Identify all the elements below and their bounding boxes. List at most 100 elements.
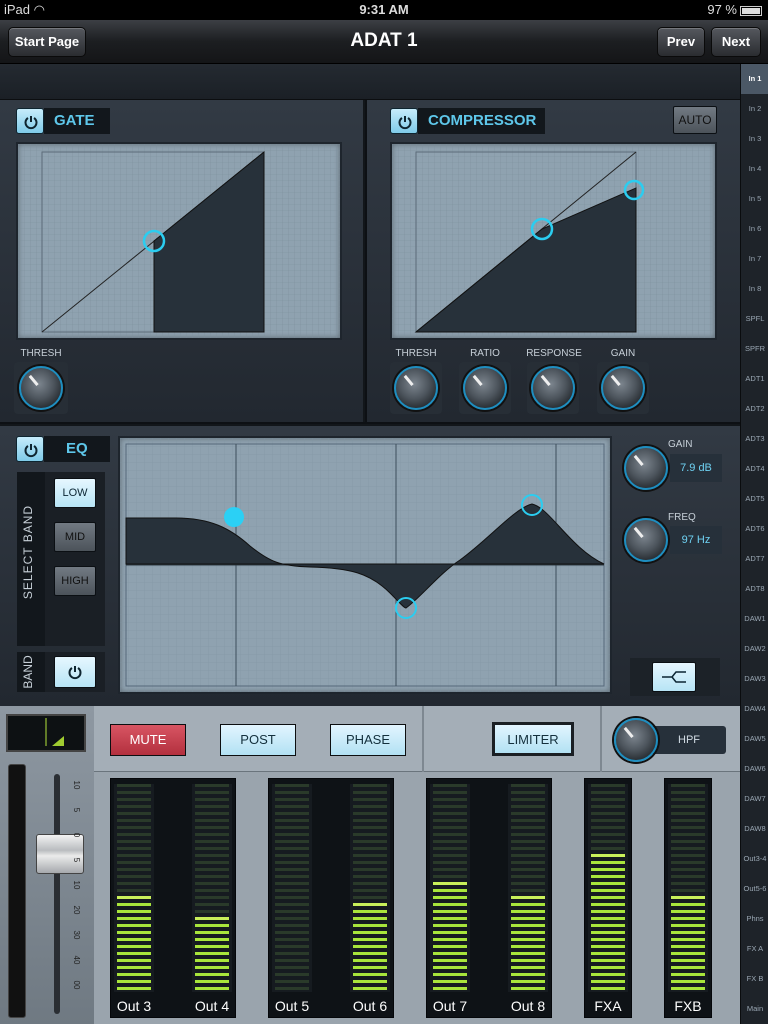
channel-item[interactable]: ADT1: [741, 364, 768, 394]
auto-button[interactable]: AUTO: [673, 106, 717, 134]
comp-response-knob[interactable]: [531, 366, 575, 410]
meter-segment: [591, 903, 625, 906]
meter-segment: [591, 847, 625, 850]
meter-segment: [353, 973, 387, 976]
meter-segment: [275, 931, 309, 934]
comp-thresh-knob[interactable]: [394, 366, 438, 410]
channel-item[interactable]: SPFR: [741, 334, 768, 364]
comp-gain-knob[interactable]: [601, 366, 645, 410]
channel-item[interactable]: DAW5: [741, 724, 768, 754]
band-power-button[interactable]: [54, 656, 96, 688]
channel-item[interactable]: ADT7: [741, 544, 768, 574]
eq-graph[interactable]: [118, 436, 612, 694]
channel-item[interactable]: ADT2: [741, 394, 768, 424]
channel-item[interactable]: DAW8: [741, 814, 768, 844]
meter-segment: [433, 938, 467, 941]
meter-segment: [591, 798, 625, 801]
meter-segment: [591, 987, 625, 990]
channel-item[interactable]: ADT4: [741, 454, 768, 484]
meter-segment: [275, 868, 309, 871]
channel-item[interactable]: DAW7: [741, 784, 768, 814]
meter-segment: [511, 833, 545, 836]
channel-item[interactable]: Out5-6: [741, 874, 768, 904]
limiter-button[interactable]: LIMITER: [492, 722, 574, 756]
meter-segment: [433, 847, 467, 850]
eq-freq-knob[interactable]: [624, 518, 668, 562]
band-low-button[interactable]: LOW: [54, 478, 96, 508]
hpf-knob[interactable]: [614, 718, 658, 762]
compressor-power-button[interactable]: [390, 108, 418, 134]
channel-item[interactable]: In 3: [741, 124, 768, 154]
eq-power-button[interactable]: [16, 436, 44, 462]
comp-ratio-label: RATIO: [470, 348, 500, 359]
post-button[interactable]: POST: [220, 724, 296, 756]
channel-item[interactable]: In 5: [741, 184, 768, 214]
meter-segment: [117, 952, 151, 955]
fader-scale-tick: 10: [72, 880, 81, 890]
meter-label: Out 5: [274, 998, 310, 1014]
meter-segment: [591, 861, 625, 864]
meter-segment: [671, 812, 705, 815]
channel-item[interactable]: DAW6: [741, 754, 768, 784]
meter-segment: [511, 812, 545, 815]
eq-gain-knob[interactable]: [624, 446, 668, 490]
gate-thresh-knob[interactable]: [19, 366, 63, 410]
channel-item[interactable]: In 2: [741, 94, 768, 124]
meter-segment: [591, 805, 625, 808]
channel-item[interactable]: SPFL: [741, 304, 768, 334]
channel-item[interactable]: ADT5: [741, 484, 768, 514]
meter-segment: [275, 987, 309, 990]
comp-ratio-knob[interactable]: [463, 366, 507, 410]
channel-item[interactable]: ADT6: [741, 514, 768, 544]
channel-item[interactable]: In 6: [741, 214, 768, 244]
channel-item[interactable]: DAW1: [741, 604, 768, 634]
channel-list: In 1 In 2 In 3 In 4 In 5 In 6 In 7 In 8 SPFL SPFR…: [740, 64, 768, 1024]
next-button[interactable]: Next: [711, 27, 761, 57]
channel-item[interactable]: Out3-4: [741, 844, 768, 874]
channel-item[interactable]: Phns: [741, 904, 768, 934]
meter-segment: [671, 868, 705, 871]
meter-segment: [433, 784, 467, 787]
meter-segment: [591, 812, 625, 815]
mute-button[interactable]: MUTE: [110, 724, 186, 756]
meter-segment: [591, 980, 625, 983]
meter-segment: [433, 896, 467, 899]
meter-label: Out 4: [194, 998, 230, 1014]
band-high-button[interactable]: HIGH: [54, 566, 96, 596]
meter-segment: [117, 945, 151, 948]
channel-item[interactable]: In 4: [741, 154, 768, 184]
channel-item[interactable]: In 1: [741, 64, 768, 94]
meter-segment: [275, 959, 309, 962]
channel-item[interactable]: FX B: [741, 964, 768, 994]
channel-item[interactable]: DAW4: [741, 694, 768, 724]
meter-segment: [353, 896, 387, 899]
fader-scale-tick: 20: [72, 905, 81, 915]
meter-label: Out 7: [432, 998, 468, 1014]
gate-power-button[interactable]: [16, 108, 44, 134]
prev-button[interactable]: Prev: [657, 27, 705, 57]
band-mid-button[interactable]: MID: [54, 522, 96, 552]
meter-segment: [275, 903, 309, 906]
meter-segment: [195, 798, 229, 801]
eq-shape-well: [630, 658, 720, 696]
channel-item[interactable]: ADT8: [741, 574, 768, 604]
meter-segment: [353, 812, 387, 815]
phase-button[interactable]: PHASE: [330, 724, 406, 756]
channel-item[interactable]: DAW3: [741, 664, 768, 694]
meter-segment: [511, 847, 545, 850]
channel-item[interactable]: DAW2: [741, 634, 768, 664]
channel-item[interactable]: ADT3: [741, 424, 768, 454]
channel-item[interactable]: In 7: [741, 244, 768, 274]
gate-graph[interactable]: [16, 142, 342, 340]
meter-segment: [353, 952, 387, 955]
meter-segment: [511, 791, 545, 794]
channel-item[interactable]: Main: [741, 994, 768, 1024]
fader-scale-tick: 5: [72, 807, 81, 813]
eq-shape-button[interactable]: [652, 662, 696, 692]
meter-segment: [671, 973, 705, 976]
meter-segment: [275, 833, 309, 836]
meter-segment: [591, 945, 625, 948]
channel-item[interactable]: FX A: [741, 934, 768, 964]
compressor-graph[interactable]: [390, 142, 717, 340]
channel-item[interactable]: In 8: [741, 274, 768, 304]
